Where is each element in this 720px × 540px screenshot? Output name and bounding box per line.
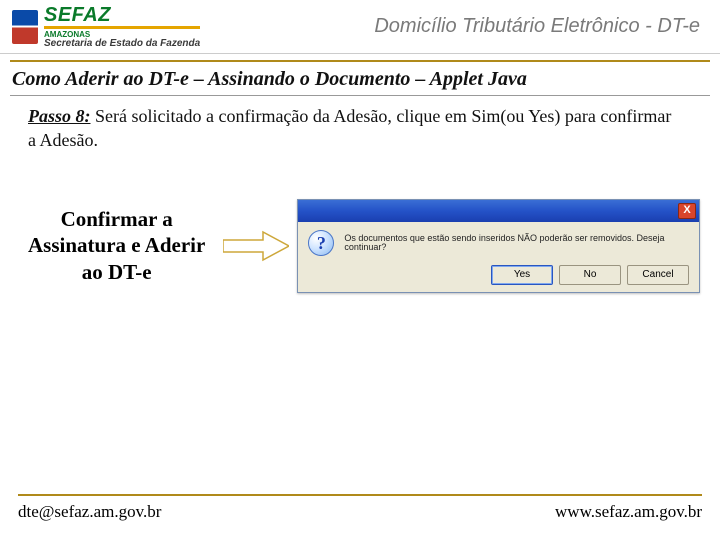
step-paragraph: Passo 8: Será solicitado a confirmação d… (0, 104, 720, 153)
step-body: Será solicitado a confirmação da Adesão,… (28, 106, 671, 150)
slide-footer: dte@sefaz.am.gov.br www.sefaz.am.gov.br (0, 494, 720, 522)
brand-stripe-icon (44, 26, 200, 29)
dialog-button-row: Yes No Cancel (491, 265, 689, 285)
divider-thin (10, 95, 710, 96)
dialog-body: ? Os documentos que estão sendo inserido… (298, 222, 699, 256)
dialog-titlebar: X (298, 200, 699, 222)
confirm-dialog: X ? Os documentos que estão sendo inseri… (297, 199, 700, 293)
state-emblem-icon (12, 10, 38, 44)
footer-email: dte@sefaz.am.gov.br (18, 502, 161, 522)
brand-name: SEFAZ (44, 5, 200, 25)
close-icon[interactable]: X (678, 203, 696, 219)
logo-text: SEFAZ AMAZONAS Secretaria de Estado da F… (44, 5, 200, 49)
footer-site: www.sefaz.am.gov.br (555, 502, 702, 522)
slide-header: SEFAZ AMAZONAS Secretaria de Estado da F… (0, 0, 720, 54)
footer-divider (18, 494, 702, 496)
no-button[interactable]: No (559, 265, 621, 285)
section-title: Como Aderir ao DT-e – Assinando o Docume… (0, 62, 720, 93)
question-icon: ? (308, 230, 334, 256)
yes-button[interactable]: Yes (491, 265, 553, 285)
cancel-button[interactable]: Cancel (627, 265, 689, 285)
step-label: Passo 8: (28, 106, 91, 126)
illustration-row: Confirmar a Assinatura e Aderir ao DT-e … (0, 199, 720, 293)
logo-block: SEFAZ AMAZONAS Secretaria de Estado da F… (12, 5, 200, 49)
product-title: Domicílio Tributário Eletrônico - DT-e (374, 15, 708, 38)
dialog-message: Os documentos que estão sendo inseridos … (344, 230, 689, 254)
callout-text: Confirmar a Assinatura e Aderir ao DT-e (18, 206, 215, 285)
brand-tagline: Secretaria de Estado da Fazenda (44, 39, 200, 49)
footer-row: dte@sefaz.am.gov.br www.sefaz.am.gov.br (18, 502, 702, 522)
arrow-right-icon (223, 230, 289, 262)
